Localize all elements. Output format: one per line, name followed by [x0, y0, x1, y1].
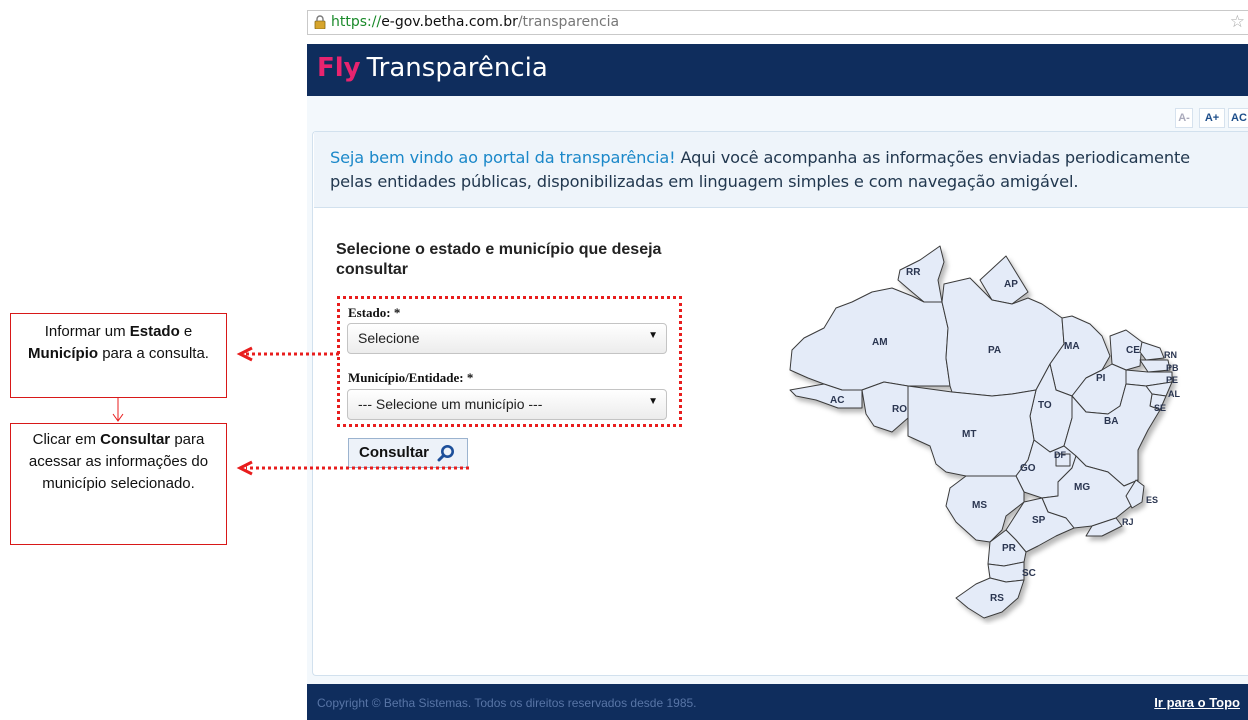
state-label: SC: [1022, 568, 1036, 579]
arrowhead-left-icon: [236, 460, 253, 476]
state-label: SP: [1032, 515, 1046, 526]
chevron-down-icon: ▼: [648, 396, 658, 407]
state-label: RO: [892, 404, 907, 415]
state-label: MT: [962, 429, 976, 440]
estado-select[interactable]: Selecione ▼: [347, 323, 667, 354]
state-label: PE: [1166, 375, 1178, 385]
municipio-label: Município/Entidade: *: [348, 370, 474, 385]
annotation-note-estado: Informar um Estado e Município para a co…: [10, 313, 227, 398]
search-icon: [437, 445, 454, 462]
address-bar[interactable]: https://e-gov.betha.com.br/transparencia…: [307, 10, 1248, 35]
state-label: SE: [1154, 403, 1166, 413]
annotation-note-consultar: Clicar em Consultar para acessar as info…: [10, 423, 227, 545]
state-label: AC: [830, 395, 844, 406]
consultar-button[interactable]: Consultar: [348, 438, 468, 468]
estado-select-value: Selecione: [358, 330, 420, 346]
welcome-text: Seja bem vindo ao portal da transparênci…: [330, 148, 1190, 191]
state-label: RN: [1164, 350, 1177, 360]
map-state-am: [789, 287, 951, 391]
brand-logo[interactable]: Fly Transparência: [317, 53, 548, 83]
state-label: MG: [1074, 482, 1090, 493]
chevron-down-icon: ▼: [648, 330, 658, 341]
brazil-map[interactable]: RR AP AM PA MA CE RN PB PE PI AL SE AC R…: [780, 240, 1220, 625]
copyright-text: Copyright © Betha Sistemas. Todos os dir…: [317, 696, 697, 710]
page-footer: Copyright © Betha Sistemas. Todos os dir…: [307, 684, 1248, 720]
bookmark-star-icon[interactable]: ☆: [1230, 12, 1245, 32]
state-label: RS: [990, 593, 1004, 604]
state-label: PI: [1096, 373, 1106, 384]
state-label: TO: [1038, 400, 1052, 411]
state-label: DF: [1054, 450, 1066, 460]
font-increase-button[interactable]: A+: [1199, 108, 1225, 128]
state-label: PR: [1002, 543, 1017, 554]
arrowhead-left-icon: [236, 346, 253, 362]
screenshot-stage: { "browser": { "url_scheme": "https://",…: [0, 0, 1248, 720]
state-label: MA: [1064, 341, 1080, 352]
app-header: Fly Transparência: [307, 44, 1248, 96]
high-contrast-button[interactable]: AC: [1228, 108, 1248, 128]
state-label: AL: [1168, 389, 1180, 399]
url-text: https://e-gov.betha.com.br/transparencia: [331, 14, 620, 30]
font-decrease-button[interactable]: A-: [1175, 108, 1193, 128]
lock-icon: [314, 15, 326, 29]
state-label: PA: [988, 345, 1001, 356]
state-label: RJ: [1122, 517, 1134, 527]
state-label: AP: [1004, 279, 1018, 290]
state-label: PB: [1166, 363, 1179, 373]
state-label: CE: [1126, 345, 1140, 356]
consultar-button-label: Consultar: [359, 444, 430, 461]
arrowhead-down-icon: [112, 413, 124, 422]
form-title: Selecione o estado e município que desej…: [336, 241, 662, 278]
estado-label: Estado: *: [348, 305, 401, 320]
state-label: RR: [906, 267, 921, 278]
welcome-banner: Seja bem vindo ao portal da transparênci…: [314, 132, 1248, 208]
back-to-top-link[interactable]: Ir para o Topo: [1154, 695, 1240, 710]
state-label: BA: [1104, 416, 1118, 427]
state-label: ES: [1146, 495, 1158, 505]
state-label: MS: [972, 500, 987, 511]
map-state-rn: [1139, 341, 1165, 361]
municipio-select[interactable]: --- Selecione um município --- ▼: [347, 389, 667, 420]
state-label: AM: [872, 337, 888, 348]
municipio-select-value: --- Selecione um município ---: [358, 396, 543, 412]
state-label: GO: [1020, 463, 1036, 474]
